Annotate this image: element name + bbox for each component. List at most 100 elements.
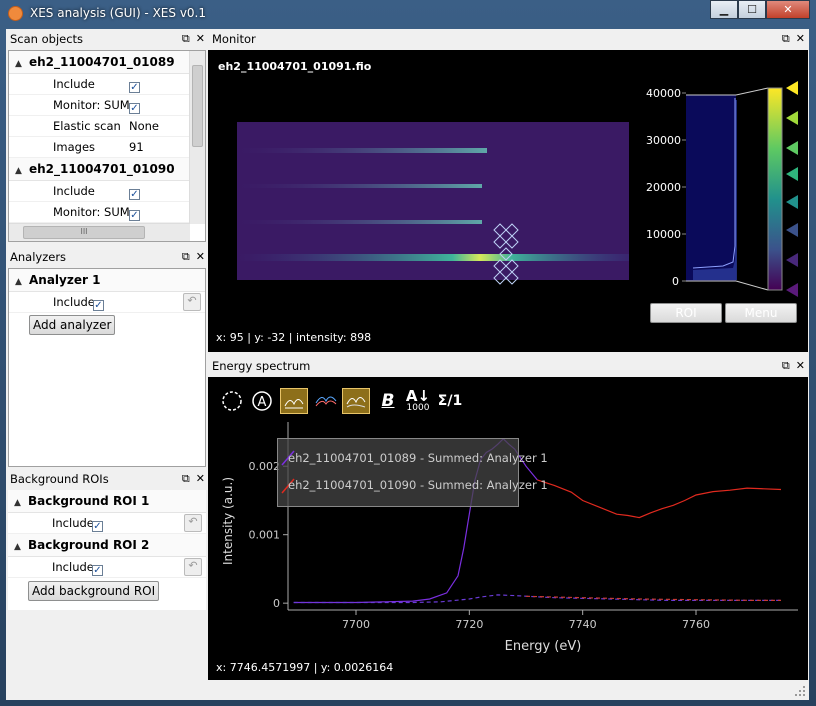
elastic-row: Elastic scan None [9, 116, 205, 137]
monitor-checkbox[interactable]: ✓ [129, 103, 140, 114]
float-icon[interactable]: ⧉ [182, 472, 190, 485]
gradient-ticks [786, 81, 798, 297]
collapse-icon[interactable]: ▲ [14, 492, 28, 514]
scan-item[interactable]: ▲ eh2_11004701_01089 [9, 51, 205, 74]
scan-item[interactable]: ▲ eh2_11004701_01090 [9, 158, 205, 181]
close-icon[interactable]: ✕ [796, 32, 805, 45]
background-rois-dock: Background ROIs ⧉ ✕ ▲ Background ROI 1 Inc… [6, 469, 208, 629]
main-area: Scan objects ⧉ ✕ ▲ eh2_11004701_01089 Incl… [6, 29, 809, 700]
background-roi-item[interactable]: ▲ Background ROI 1 [8, 490, 206, 513]
include-checkbox[interactable]: ✓ [92, 565, 103, 576]
collapse-icon[interactable]: ▲ [15, 271, 29, 293]
images-row: Images 91 [9, 137, 205, 158]
close-button[interactable]: ✕ [766, 0, 810, 19]
emission-streak [237, 148, 487, 153]
scrollbar-thumb[interactable] [192, 65, 203, 147]
level-connector [735, 87, 769, 96]
app-icon [8, 6, 23, 21]
add-background-roi-button[interactable]: Add background ROI [28, 581, 160, 601]
float-icon[interactable]: ⧉ [182, 32, 190, 45]
level-connector [735, 280, 769, 291]
minimize-button[interactable]: ▁ [710, 0, 738, 19]
emission-streak [237, 254, 629, 261]
collapse-icon[interactable]: ▲ [15, 160, 29, 182]
float-icon[interactable]: ⧉ [182, 250, 190, 263]
include-checkbox[interactable]: ✓ [92, 521, 103, 532]
x-tick-label: 7700 [342, 618, 370, 631]
float-icon[interactable]: ⧉ [782, 359, 790, 372]
cursor-readout: x: 7746.4571997 | y: 0.0026164 [216, 661, 394, 674]
title-bar: XES analysis (GUI) - XES v0.1 ▁ ☐ ✕ [0, 0, 816, 28]
include-row: Include ✓ [9, 74, 205, 95]
hist-tick: 10000 [646, 228, 681, 241]
include-row: Include ✓ ↶ [9, 292, 205, 313]
include-row: Include ✓ [9, 181, 205, 202]
include-checkbox[interactable]: ✓ [129, 82, 140, 93]
monitor-view: eh2_11004701_01091.fio 40000 30000 20000… [208, 50, 808, 352]
analyzers-dock: Analyzers ⧉ ✕ ▲ Analyzer 1 Include ✓ ↶ Add a… [6, 247, 208, 467]
include-row: Include ✓ ↶ [8, 513, 206, 534]
elastic-value[interactable]: None [129, 116, 159, 136]
vertical-scrollbar[interactable] [189, 51, 205, 224]
include-checkbox[interactable]: ✓ [93, 300, 104, 311]
reset-icon[interactable]: ↶ [183, 293, 201, 311]
background-roi-item[interactable]: ▲ Background ROI 2 [8, 534, 206, 557]
background-rois-title: Background ROIs [10, 472, 109, 486]
monitor-row: Monitor: SUM ✓ [9, 202, 205, 223]
maximize-button[interactable]: ☐ [738, 0, 766, 19]
x-tick-label: 7760 [682, 618, 710, 631]
x-axis-label: Energy (eV) [505, 639, 582, 654]
y-tick-label: 0.001 [249, 529, 281, 542]
collapse-icon[interactable]: ▲ [14, 536, 28, 558]
window-title: XES analysis (GUI) - XES v0.1 [30, 6, 206, 20]
series-line [293, 594, 781, 604]
app-window: XES analysis (GUI) - XES v0.1 ▁ ☐ ✕ Scan… [0, 0, 816, 706]
y-tick-label: 0 [273, 597, 280, 610]
include-checkbox[interactable]: ✓ [129, 189, 140, 200]
energy-spectrum-title: Energy spectrum [212, 359, 311, 373]
scan-tree: ▲ eh2_11004701_01089 Include ✓ Monitor: SU… [8, 50, 206, 242]
collapse-icon[interactable]: ▲ [15, 53, 29, 75]
monitor-checkbox[interactable]: ✓ [129, 210, 140, 221]
x-tick-label: 7720 [455, 618, 483, 631]
histogram-area [686, 95, 736, 281]
monitor-dock: Monitor ⧉ ✕ eh2_11004701_01091.fio 40000… [208, 29, 808, 352]
add-analyzer-button[interactable]: Add analyzer [29, 315, 116, 335]
legend-entry[interactable]: eh2_11004701_01089 - Summed: Analyzer 1 [288, 448, 548, 468]
scrollbar-thumb[interactable]: III [23, 226, 145, 239]
close-icon[interactable]: ✕ [196, 472, 205, 485]
close-icon[interactable]: ✕ [796, 359, 805, 372]
scan-objects-dock: Scan objects ⧉ ✕ ▲ eh2_11004701_01089 Incl… [6, 29, 208, 244]
scan-objects-title: Scan objects [10, 32, 84, 46]
spectrum-view: A B A↓ 1000 Σ/1 7700 7720 7740 7760 0 0.001 0.… [208, 377, 808, 680]
close-icon[interactable]: ✕ [196, 32, 205, 45]
series-line [537, 479, 782, 519]
resize-grip-icon[interactable] [795, 686, 807, 698]
legend: eh2_11004701_01089 - Summed: Analyzer 1 … [277, 438, 548, 507]
reset-icon[interactable]: ↶ [184, 514, 202, 532]
monitor-row: Monitor: SUM ✓ [9, 95, 205, 116]
y-axis-label: Intensity (a.u.) [221, 477, 235, 565]
monitor-title: Monitor [212, 32, 256, 46]
horizontal-scrollbar[interactable]: III [9, 223, 190, 241]
analyzer-tree: ▲ Analyzer 1 Include ✓ ↶ Add analyzer [8, 268, 206, 467]
menu-button[interactable]: Menu [725, 303, 797, 323]
emission-streak [237, 220, 482, 224]
reset-icon[interactable]: ↶ [184, 558, 202, 576]
energy-spectrum-dock: Energy spectrum ⧉ ✕ A B A↓ 1000 Σ/1 7700 7… [208, 356, 808, 680]
status-bar [6, 680, 809, 700]
analyzer-item[interactable]: ▲ Analyzer 1 [9, 269, 205, 292]
float-icon[interactable]: ⧉ [782, 32, 790, 45]
colorbar [767, 87, 783, 291]
spectrum-chart[interactable]: 7700 7720 7740 7760 0 0.001 0.002 Energy (eV) In… [208, 377, 808, 680]
hist-tick: 0 [672, 275, 679, 288]
x-tick-label: 7740 [569, 618, 597, 631]
roi-button[interactable]: ROI [650, 303, 722, 323]
legend-entry[interactable]: eh2_11004701_01090 - Summed: Analyzer 1 [288, 475, 548, 495]
close-icon[interactable]: ✕ [196, 250, 205, 263]
include-row: Include ✓ ↶ [8, 557, 206, 578]
hist-tick: 30000 [646, 134, 681, 147]
hist-tick: 20000 [646, 181, 681, 194]
emission-streak [237, 184, 482, 188]
y-tick-label: 0.002 [249, 460, 281, 473]
